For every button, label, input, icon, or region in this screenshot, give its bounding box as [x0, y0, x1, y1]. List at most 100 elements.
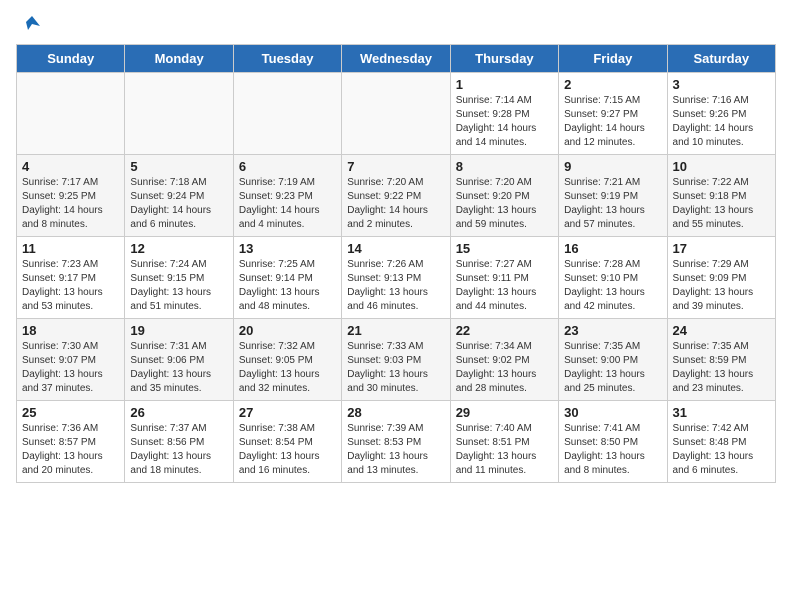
day-info: Sunrise: 7:39 AM Sunset: 8:53 PM Dayligh… [347, 422, 444, 478]
day-number: 8 [456, 159, 553, 174]
day-number: 22 [456, 323, 553, 338]
calendar-cell: 13Sunrise: 7:25 AM Sunset: 9:14 PM Dayli… [233, 237, 341, 319]
day-number: 9 [564, 159, 661, 174]
calendar-cell: 18 Sunrise: 7:30 AM Sunset: 9:07 PM Dayli… [17, 319, 125, 401]
calendar-cell: 4Sunrise: 7:17 AM Sunset: 9:25 PM Daylig… [17, 155, 125, 237]
column-header-sunday: Sunday [17, 45, 125, 73]
day-info: Sunrise: 7:41 AM Sunset: 8:50 PM Dayligh… [564, 422, 661, 478]
logo-bird-icon [18, 12, 46, 40]
day-info: Sunrise: 7:15 AM Sunset: 9:27 PM Dayligh… [564, 94, 661, 150]
calendar-cell [233, 73, 341, 155]
logo [16, 16, 46, 36]
calendar-cell: 12Sunrise: 7:24 AM Sunset: 9:15 PM Dayli… [125, 237, 233, 319]
day-number: 30 [564, 405, 661, 420]
day-info: Sunrise: 7:21 AM Sunset: 9:19 PM Dayligh… [564, 176, 661, 232]
day-info: Sunrise: 7:19 AM Sunset: 9:23 PM Dayligh… [239, 176, 336, 232]
day-number: 4 [22, 159, 119, 174]
day-info: Sunrise: 7:16 AM Sunset: 9:26 PM Dayligh… [673, 94, 770, 150]
calendar-cell [17, 73, 125, 155]
day-info: Sunrise: 7:22 AM Sunset: 9:18 PM Dayligh… [673, 176, 770, 232]
day-number: 10 [673, 159, 770, 174]
calendar-cell: 14Sunrise: 7:26 AM Sunset: 9:13 PM Dayli… [342, 237, 450, 319]
day-info: Sunrise: 7:28 AM Sunset: 9:10 PM Dayligh… [564, 258, 661, 314]
day-info: Sunrise: 7:35 AM Sunset: 8:59 PM Dayligh… [673, 340, 770, 396]
calendar-cell: 7Sunrise: 7:20 AM Sunset: 9:22 PM Daylig… [342, 155, 450, 237]
day-info: Sunrise: 7:38 AM Sunset: 8:54 PM Dayligh… [239, 422, 336, 478]
day-info: Sunrise: 7:34 AM Sunset: 9:02 PM Dayligh… [456, 340, 553, 396]
calendar-cell: 8 Sunrise: 7:20 AM Sunset: 9:20 PM Daylig… [450, 155, 558, 237]
calendar-cell [125, 73, 233, 155]
day-info: Sunrise: 7:26 AM Sunset: 9:13 PM Dayligh… [347, 258, 444, 314]
column-header-wednesday: Wednesday [342, 45, 450, 73]
calendar-cell: 19 Sunrise: 7:31 AM Sunset: 9:06 PM Dayli… [125, 319, 233, 401]
day-number: 26 [130, 405, 227, 420]
day-number: 16 [564, 241, 661, 256]
calendar-cell: 1Sunrise: 7:14 AM Sunset: 9:28 PM Daylig… [450, 73, 558, 155]
day-number: 18 [22, 323, 119, 338]
calendar-cell: 27Sunrise: 7:38 AM Sunset: 8:54 PM Dayli… [233, 401, 341, 483]
day-number: 20 [239, 323, 336, 338]
day-info: Sunrise: 7:30 AM Sunset: 9:07 PM Dayligh… [22, 340, 119, 396]
day-info: Sunrise: 7:27 AM Sunset: 9:11 PM Dayligh… [456, 258, 553, 314]
day-info: Sunrise: 7:18 AM Sunset: 9:24 PM Dayligh… [130, 176, 227, 232]
calendar-cell: 30 Sunrise: 7:41 AM Sunset: 8:50 PM Dayli… [559, 401, 667, 483]
calendar-cell: 10 Sunrise: 7:22 AM Sunset: 9:18 PM Dayli… [667, 155, 775, 237]
day-info: Sunrise: 7:40 AM Sunset: 8:51 PM Dayligh… [456, 422, 553, 478]
calendar-cell: 22 Sunrise: 7:34 AM Sunset: 9:02 PM Dayli… [450, 319, 558, 401]
day-number: 15 [456, 241, 553, 256]
day-number: 21 [347, 323, 444, 338]
day-info: Sunrise: 7:35 AM Sunset: 9:00 PM Dayligh… [564, 340, 661, 396]
page-header [16, 16, 776, 36]
calendar-table: SundayMondayTuesdayWednesdayThursdayFrid… [16, 44, 776, 483]
day-info: Sunrise: 7:23 AM Sunset: 9:17 PM Dayligh… [22, 258, 119, 314]
day-info: Sunrise: 7:31 AM Sunset: 9:06 PM Dayligh… [130, 340, 227, 396]
calendar-cell: 3 Sunrise: 7:16 AM Sunset: 9:26 PM Daylig… [667, 73, 775, 155]
day-number: 23 [564, 323, 661, 338]
day-info: Sunrise: 7:29 AM Sunset: 9:09 PM Dayligh… [673, 258, 770, 314]
day-info: Sunrise: 7:32 AM Sunset: 9:05 PM Dayligh… [239, 340, 336, 396]
calendar-cell: 20 Sunrise: 7:32 AM Sunset: 9:05 PM Dayli… [233, 319, 341, 401]
calendar-cell: 26 Sunrise: 7:37 AM Sunset: 8:56 PM Dayli… [125, 401, 233, 483]
day-number: 25 [22, 405, 119, 420]
day-info: Sunrise: 7:33 AM Sunset: 9:03 PM Dayligh… [347, 340, 444, 396]
day-info: Sunrise: 7:24 AM Sunset: 9:15 PM Dayligh… [130, 258, 227, 314]
day-number: 6 [239, 159, 336, 174]
calendar-cell: 21 Sunrise: 7:33 AM Sunset: 9:03 PM Dayli… [342, 319, 450, 401]
calendar-cell: 16 Sunrise: 7:28 AM Sunset: 9:10 PM Dayli… [559, 237, 667, 319]
day-number: 1 [456, 77, 553, 92]
calendar-cell: 17 Sunrise: 7:29 AM Sunset: 9:09 PM Dayli… [667, 237, 775, 319]
day-number: 24 [673, 323, 770, 338]
calendar-week-4: 18 Sunrise: 7:30 AM Sunset: 9:07 PM Dayli… [17, 319, 776, 401]
day-number: 3 [673, 77, 770, 92]
calendar-week-2: 4Sunrise: 7:17 AM Sunset: 9:25 PM Daylig… [17, 155, 776, 237]
day-number: 31 [673, 405, 770, 420]
calendar-cell: 6 Sunrise: 7:19 AM Sunset: 9:23 PM Daylig… [233, 155, 341, 237]
calendar-week-3: 11 Sunrise: 7:23 AM Sunset: 9:17 PM Dayli… [17, 237, 776, 319]
day-number: 29 [456, 405, 553, 420]
day-number: 2 [564, 77, 661, 92]
calendar-cell: 25 Sunrise: 7:36 AM Sunset: 8:57 PM Dayli… [17, 401, 125, 483]
calendar-cell [342, 73, 450, 155]
day-number: 17 [673, 241, 770, 256]
day-number: 11 [22, 241, 119, 256]
column-header-tuesday: Tuesday [233, 45, 341, 73]
day-info: Sunrise: 7:25 AM Sunset: 9:14 PM Dayligh… [239, 258, 336, 314]
day-info: Sunrise: 7:42 AM Sunset: 8:48 PM Dayligh… [673, 422, 770, 478]
day-info: Sunrise: 7:37 AM Sunset: 8:56 PM Dayligh… [130, 422, 227, 478]
calendar-header-row: SundayMondayTuesdayWednesdayThursdayFrid… [17, 45, 776, 73]
calendar-cell: 9 Sunrise: 7:21 AM Sunset: 9:19 PM Daylig… [559, 155, 667, 237]
day-number: 28 [347, 405, 444, 420]
calendar-cell: 29 Sunrise: 7:40 AM Sunset: 8:51 PM Dayli… [450, 401, 558, 483]
calendar-cell: 28 Sunrise: 7:39 AM Sunset: 8:53 PM Dayli… [342, 401, 450, 483]
calendar-cell: 15 Sunrise: 7:27 AM Sunset: 9:11 PM Dayli… [450, 237, 558, 319]
column-header-friday: Friday [559, 45, 667, 73]
day-info: Sunrise: 7:20 AM Sunset: 9:20 PM Dayligh… [456, 176, 553, 232]
day-number: 19 [130, 323, 227, 338]
calendar-cell: 11 Sunrise: 7:23 AM Sunset: 9:17 PM Dayli… [17, 237, 125, 319]
column-header-monday: Monday [125, 45, 233, 73]
logo-text [16, 16, 46, 36]
calendar-cell: 31 Sunrise: 7:42 AM Sunset: 8:48 PM Dayli… [667, 401, 775, 483]
calendar-cell: 2 Sunrise: 7:15 AM Sunset: 9:27 PM Daylig… [559, 73, 667, 155]
day-info: Sunrise: 7:36 AM Sunset: 8:57 PM Dayligh… [22, 422, 119, 478]
day-info: Sunrise: 7:20 AM Sunset: 9:22 PM Dayligh… [347, 176, 444, 232]
